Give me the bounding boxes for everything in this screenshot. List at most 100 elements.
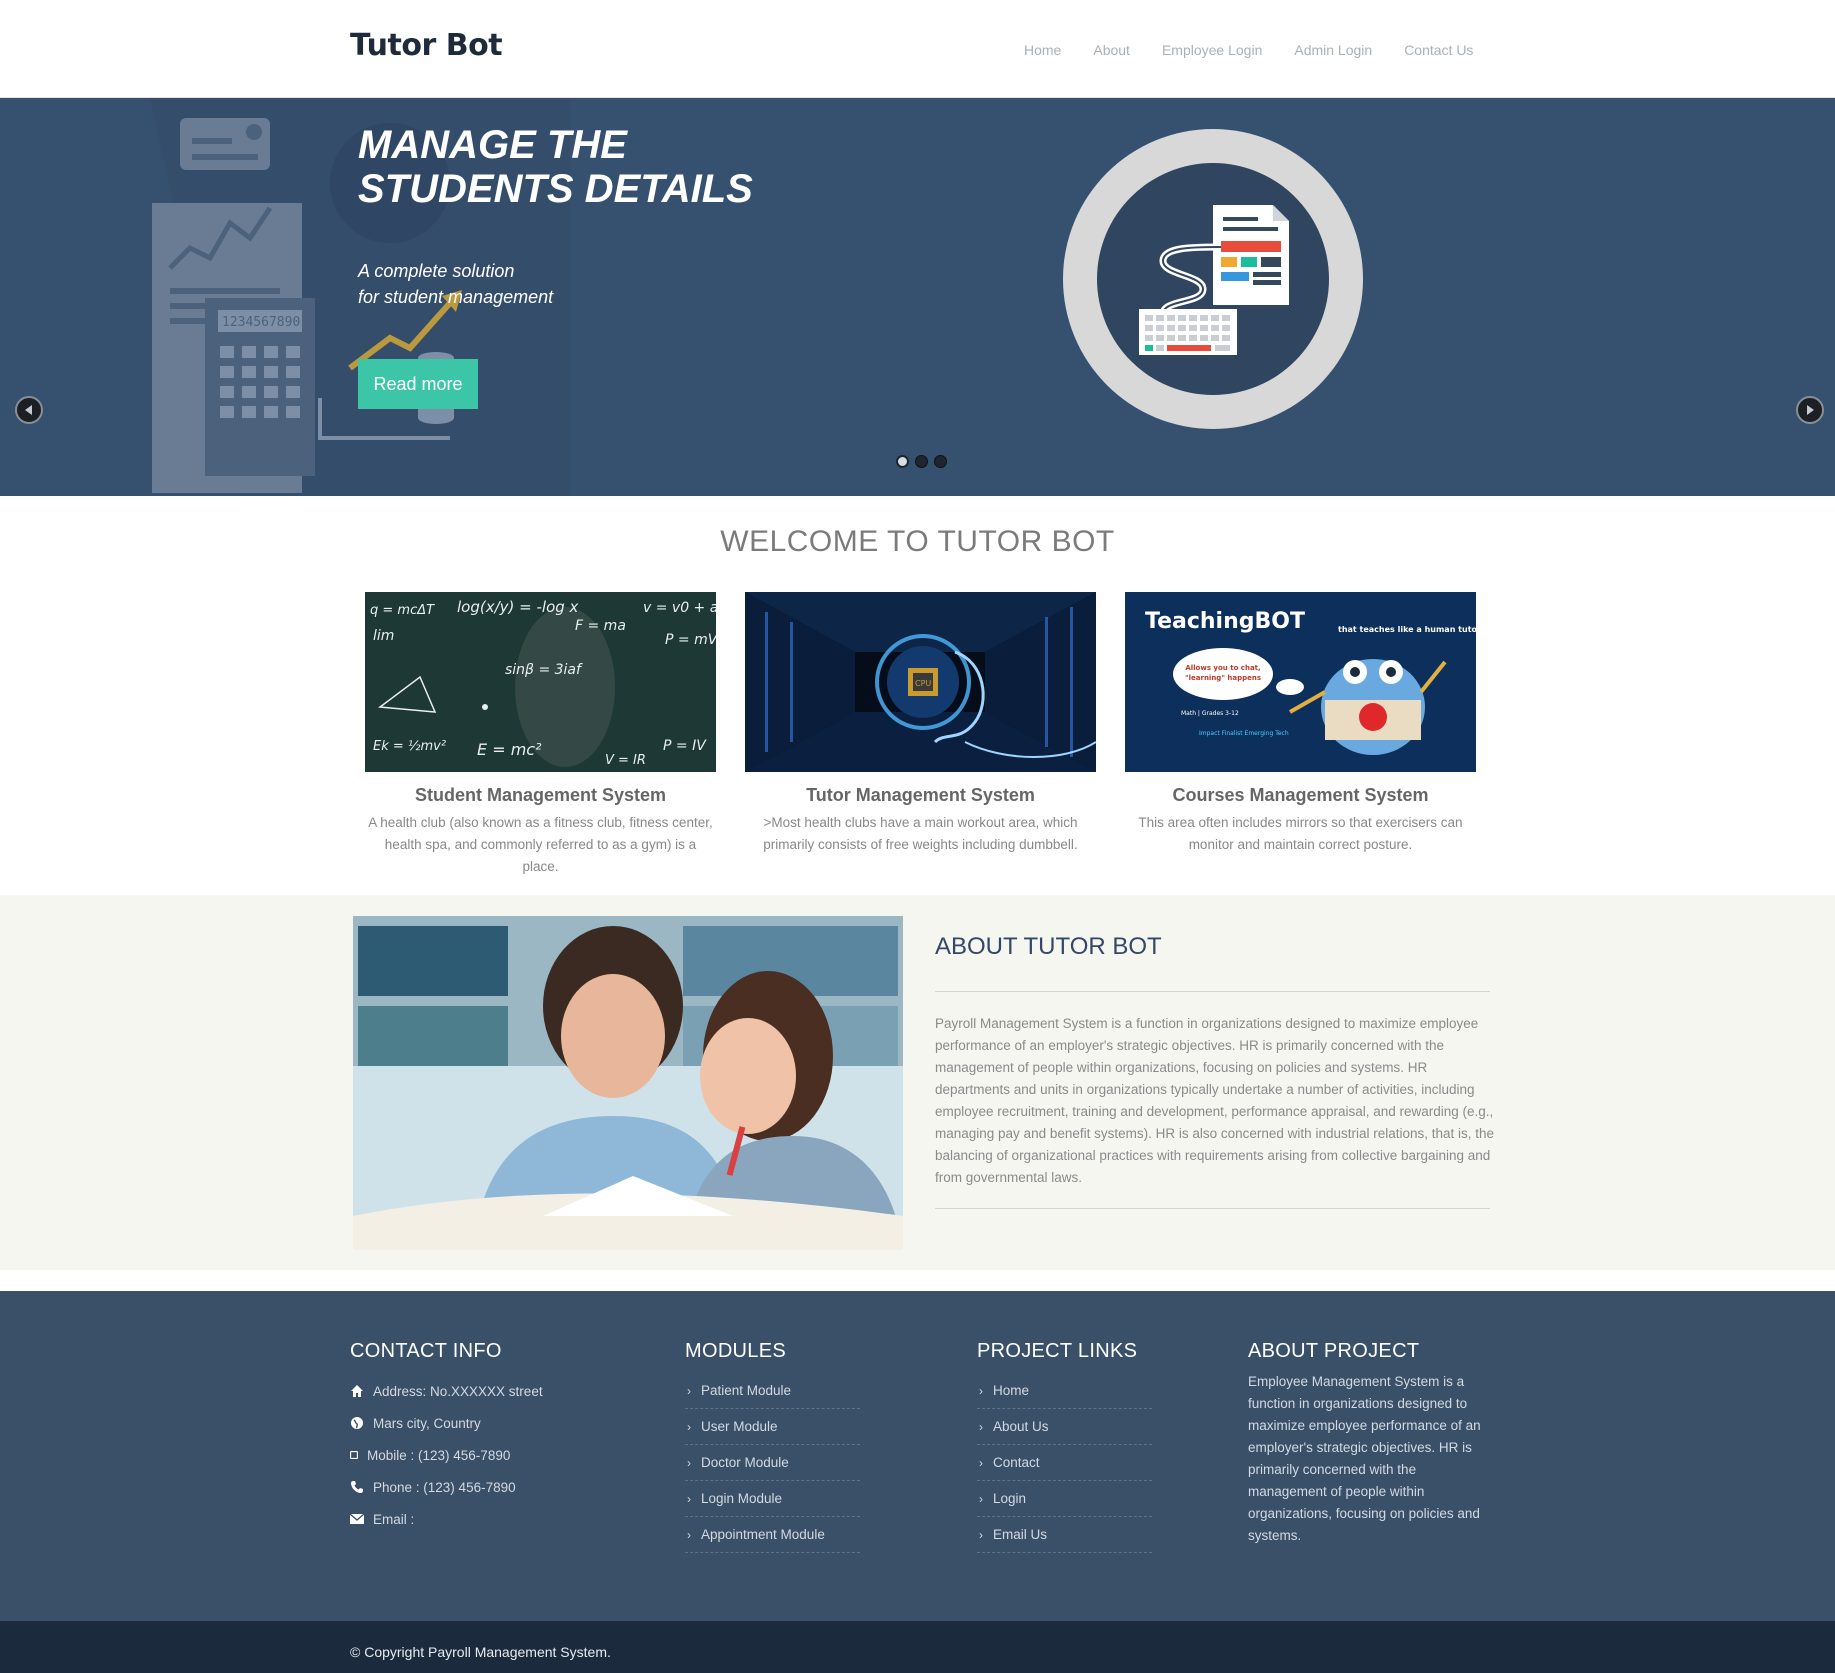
- slider-dot-3[interactable]: [934, 455, 947, 468]
- cpu-brain-image: CPU: [745, 592, 1097, 772]
- nav-home[interactable]: Home: [1024, 42, 1061, 58]
- phone-icon: [351, 1481, 363, 1493]
- teachingbot-image: TeachingBOT that teaches like a human tu…: [1125, 592, 1481, 772]
- card-title[interactable]: Courses Management System: [1125, 785, 1476, 806]
- copyright-bar: [0, 1621, 1835, 1673]
- copyright-text: © Copyright Payroll Management System.: [350, 1644, 611, 1660]
- nav-admin-login[interactable]: Admin Login: [1294, 42, 1372, 58]
- svg-text:lim: lim: [373, 628, 394, 644]
- card-text: >Most health clubs have a main workout a…: [763, 815, 1078, 852]
- card-text: A health club (also known as a fitness c…: [368, 815, 713, 874]
- slider-pagination: [896, 455, 947, 468]
- nav-contact-us[interactable]: Contact Us: [1404, 42, 1473, 58]
- footer-project-link[interactable]: › Login: [977, 1481, 1152, 1517]
- contact-mobile: Mobile : (123) 456-7890: [350, 1439, 543, 1471]
- main-nav: Home About Employee Login Admin Login Co…: [1024, 42, 1505, 58]
- card-title[interactable]: Student Management System: [365, 785, 716, 806]
- footer-module-link[interactable]: › Login Module: [685, 1481, 860, 1517]
- hero-title: MANAGE THE STUDENTS DETAILS: [358, 123, 753, 211]
- svg-text:F = ma: F = ma: [575, 618, 626, 634]
- chevron-right-icon: ›: [979, 1491, 983, 1506]
- contact-phone: Phone : (123) 456-7890: [350, 1471, 543, 1503]
- footer-about-project: ABOUT PROJECT Employee Management System…: [1248, 1340, 1488, 1547]
- chevron-right-icon: ›: [687, 1491, 691, 1506]
- svg-text:Math | Grades 3-12: Math | Grades 3-12: [1181, 710, 1239, 717]
- footer-project-link[interactable]: › Email Us: [977, 1517, 1152, 1553]
- chevron-right-icon: ›: [687, 1527, 691, 1542]
- about-section: [0, 895, 1835, 1270]
- svg-text:log(x/y) = -log x: log(x/y) = -log x: [457, 598, 579, 616]
- svg-text:v = v0 + at: v = v0 + at: [643, 600, 716, 616]
- divider: [935, 991, 1490, 992]
- hero-subtitle-line1: A complete solution: [358, 261, 515, 281]
- svg-text:Allows you to chat,: Allows you to chat,: [1185, 664, 1260, 672]
- hero-subtitle-line2: for student management: [358, 287, 554, 307]
- footer-modules-title: MODULES: [685, 1340, 787, 1362]
- footer-contact: CONTACT INFO Address: No.XXXXXX street M…: [350, 1340, 543, 1535]
- footer-modules: MODULES › Patient Module › User Module › Do…: [685, 1340, 860, 1553]
- globe-icon: [351, 1417, 363, 1429]
- svg-text:"learning" happens: "learning" happens: [1185, 674, 1261, 682]
- arrow-right-icon: [1807, 405, 1814, 415]
- contact-address-text: Address: No.XXXXXX street: [373, 1383, 543, 1399]
- card-title[interactable]: Tutor Management System: [745, 785, 1096, 806]
- contact-email-text: Email :: [373, 1511, 415, 1527]
- svg-text:q = mcΔT: q = mcΔT: [370, 603, 435, 618]
- footer-module-link[interactable]: › Appointment Module: [685, 1517, 860, 1553]
- svg-text:Ek = ½mv²: Ek = ½mv²: [373, 739, 446, 754]
- hero-subtitle: A complete solution for student manageme…: [358, 258, 658, 310]
- footer-project-link[interactable]: › About Us: [977, 1409, 1152, 1445]
- link-label: Doctor Module: [701, 1455, 789, 1470]
- feature-card-tutor: CPU Tutor Management System >Most health…: [745, 592, 1097, 856]
- svg-text:CPU: CPU: [915, 679, 931, 688]
- contact-phone-text: Phone : (123) 456-7890: [373, 1479, 516, 1495]
- chevron-right-icon: ›: [687, 1455, 691, 1470]
- footer-project-link[interactable]: › Home: [977, 1373, 1152, 1409]
- slider-dot-2[interactable]: [915, 455, 928, 468]
- site-header: Tutor Bot Home About Employee Login Admi…: [0, 0, 1835, 98]
- contact-email: Email :: [350, 1503, 543, 1535]
- chevron-right-icon: ›: [687, 1383, 691, 1398]
- divider: [935, 1208, 1490, 1209]
- svg-text:V = IR: V = IR: [605, 753, 646, 768]
- mobile-icon: [350, 1451, 358, 1459]
- svg-text:sinβ = 3iaf: sinβ = 3iaf: [505, 662, 583, 678]
- home-icon: [351, 1385, 363, 1397]
- link-label: Patient Module: [701, 1383, 792, 1398]
- contact-address: Address: No.XXXXXX street: [350, 1375, 543, 1407]
- link-label: Home: [993, 1383, 1030, 1398]
- footer-module-link[interactable]: › Doctor Module: [685, 1445, 860, 1481]
- slider-next-button[interactable]: [1796, 396, 1824, 424]
- slider-prev-button[interactable]: [15, 396, 43, 424]
- footer-about-text: Employee Management System is a function…: [1248, 1374, 1481, 1543]
- link-label: Contact: [993, 1455, 1040, 1470]
- arrow-left-icon: [25, 405, 32, 415]
- footer-links-title: PROJECT LINKS: [977, 1340, 1138, 1362]
- about-title: ABOUT TUTOR BOT: [935, 933, 1162, 960]
- footer-module-link[interactable]: › Patient Module: [685, 1373, 860, 1409]
- contact-mobile-text: Mobile : (123) 456-7890: [367, 1447, 511, 1463]
- read-more-button[interactable]: Read more: [358, 359, 478, 409]
- nav-about[interactable]: About: [1093, 42, 1130, 58]
- link-label: User Module: [701, 1419, 778, 1434]
- contact-city: Mars city, Country: [350, 1407, 543, 1439]
- link-label: Appointment Module: [701, 1527, 825, 1542]
- footer-project-link[interactable]: › Contact: [977, 1445, 1152, 1481]
- contact-city-text: Mars city, Country: [373, 1415, 481, 1431]
- card-text: This area often includes mirrors so that…: [1138, 815, 1463, 852]
- site-footer: [0, 1291, 1835, 1621]
- footer-about-title: ABOUT PROJECT: [1248, 1340, 1420, 1362]
- feature-card-courses: TeachingBOT that teaches like a human tu…: [1125, 592, 1481, 856]
- link-label: Login Module: [701, 1491, 783, 1506]
- about-text: Payroll Management System is a function …: [935, 1016, 1495, 1185]
- svg-text:TeachingBOT: TeachingBOT: [1145, 609, 1305, 634]
- link-label: About Us: [993, 1419, 1049, 1434]
- svg-text:P = mV: P = mV: [665, 632, 716, 648]
- chevron-right-icon: ›: [979, 1455, 983, 1470]
- feature-card-student: log(x/y) = -log x v = v0 + at q = mcΔT F…: [365, 592, 724, 878]
- brand-logo[interactable]: Tutor Bot: [350, 28, 503, 63]
- svg-text:P = IV: P = IV: [663, 738, 707, 754]
- nav-employee-login[interactable]: Employee Login: [1162, 42, 1262, 58]
- slider-dot-1[interactable]: [896, 455, 909, 468]
- footer-module-link[interactable]: › User Module: [685, 1409, 860, 1445]
